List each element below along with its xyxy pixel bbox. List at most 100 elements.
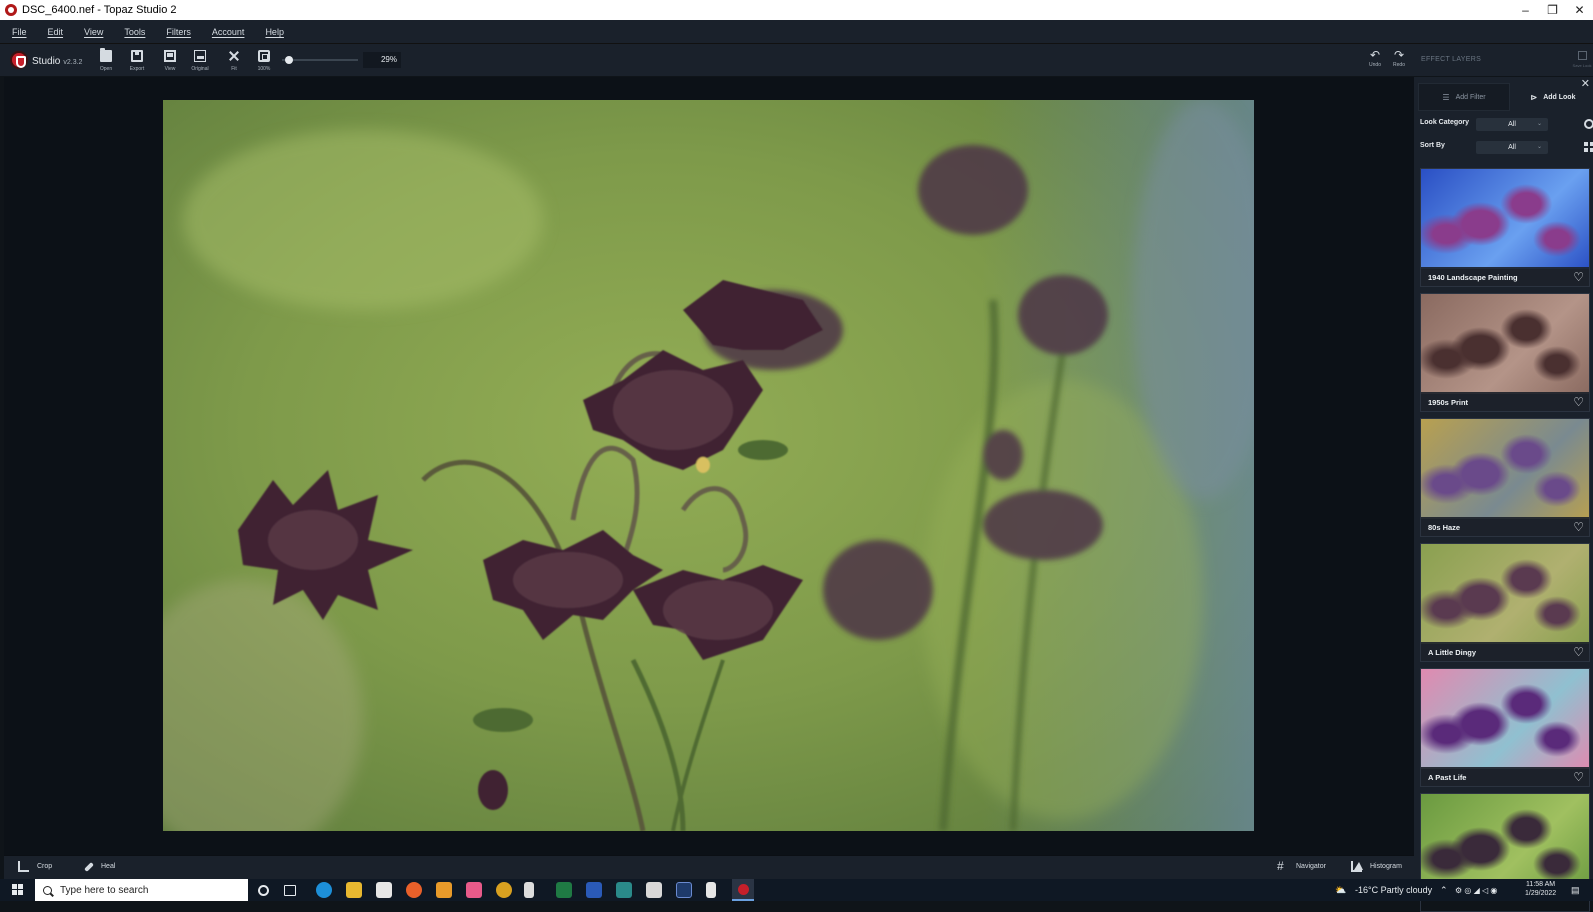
- favorite-heart-icon[interactable]: ♡: [1573, 396, 1584, 408]
- histogram-label: Histogram: [1370, 863, 1402, 870]
- chevron-down-icon: ⌄: [1536, 144, 1542, 150]
- tab-add-filter[interactable]: ☰ Add Filter: [1418, 83, 1510, 111]
- topaz-logo-icon: [738, 884, 749, 895]
- menu-tools[interactable]: Tools: [124, 27, 145, 37]
- file-explorer-icon[interactable]: [346, 882, 362, 898]
- favorite-heart-icon[interactable]: ♡: [1573, 271, 1584, 283]
- favorite-heart-icon[interactable]: ♡: [1573, 521, 1584, 533]
- windows-start-icon[interactable]: [12, 884, 24, 896]
- weather-text[interactable]: -16°C Partly cloudy: [1355, 879, 1432, 901]
- windows-taskbar: Type here to search ⛅ -16°C Partly cloud…: [0, 879, 1593, 901]
- look-icon: ⊳: [1530, 92, 1538, 102]
- menu-filters[interactable]: Filters: [166, 27, 191, 37]
- search-placeholder: Type here to search: [60, 884, 149, 896]
- fit-button[interactable]: Fit: [220, 48, 248, 74]
- look-thumbnail-image: [1421, 544, 1589, 644]
- weather-icon[interactable]: ⛅: [1335, 879, 1346, 901]
- open-button[interactable]: Open: [92, 48, 120, 74]
- photo-preview[interactable]: [163, 100, 1254, 831]
- cortana-icon[interactable]: [258, 885, 269, 896]
- look-card[interactable]: 1940 Landscape Painting ♡: [1420, 168, 1590, 287]
- zoom-slider-handle[interactable]: [285, 56, 293, 64]
- sort-by-select[interactable]: All ⌄: [1476, 141, 1548, 154]
- zoom-100-button[interactable]: 100%: [250, 48, 278, 74]
- tab-add-look-label: Add Look: [1543, 93, 1576, 101]
- look-category-select[interactable]: All ⌄: [1476, 118, 1548, 131]
- crop-tool-button[interactable]: Crop: [18, 861, 52, 872]
- chevron-down-icon: ⌄: [1536, 121, 1542, 127]
- edge-icon[interactable]: [316, 882, 332, 898]
- app-version: v2.3.2: [63, 59, 83, 66]
- actual-size-icon: [258, 50, 270, 62]
- notifications-icon[interactable]: ▤: [1571, 879, 1580, 901]
- clock-time: 11:58 AM: [1526, 881, 1556, 888]
- folder-icon: [100, 48, 112, 62]
- zoom-value-input[interactable]: 29%: [363, 52, 401, 68]
- favorite-heart-icon[interactable]: ♡: [1573, 771, 1584, 783]
- window-title: DSC_6400.nef - Topaz Studio 2: [22, 4, 177, 16]
- look-card[interactable]: A Little Dingy ♡: [1420, 543, 1590, 662]
- photos-app-icon[interactable]: [466, 882, 482, 898]
- media-player-icon[interactable]: [436, 882, 452, 898]
- look-card[interactable]: 1950s Print ♡: [1420, 293, 1590, 412]
- menu-edit[interactable]: Edit: [48, 27, 64, 37]
- chevron-up-icon[interactable]: ⌃: [1440, 879, 1448, 901]
- menu-file[interactable]: File: [12, 27, 27, 37]
- tray-icons[interactable]: ⚙ ◎ ◢ ◁ ◉: [1455, 879, 1497, 901]
- brush-icon: [82, 861, 93, 872]
- look-thumbnail-image: [1421, 294, 1589, 394]
- export-button[interactable]: Export: [123, 48, 151, 74]
- close-window-button[interactable]: ✕: [1566, 0, 1593, 20]
- effect-layers-header: EFFECT LAYERS: [1421, 56, 1482, 63]
- app-icon[interactable]: [496, 882, 512, 898]
- publisher-icon[interactable]: [616, 882, 632, 898]
- histogram-button[interactable]: Histogram: [1351, 861, 1402, 872]
- heal-tool-button[interactable]: Heal: [82, 861, 115, 872]
- grid-view-icon[interactable]: [1584, 142, 1593, 152]
- usb-icon[interactable]: [706, 882, 716, 898]
- view-icon: [164, 50, 176, 62]
- solitaire-icon[interactable]: [524, 882, 534, 898]
- zoom-slider[interactable]: [282, 56, 358, 64]
- photolab-icon[interactable]: [676, 882, 692, 898]
- looks-panel: ✕ ☰ Add Filter ⊳ Add Look Look Category …: [1414, 77, 1593, 912]
- menu-account[interactable]: Account: [212, 27, 245, 37]
- store-icon[interactable]: [376, 882, 392, 898]
- grid-hash-icon: #: [1277, 859, 1284, 873]
- sort-by-label: Sort By: [1420, 142, 1445, 149]
- look-name: 80s Haze: [1421, 517, 1589, 536]
- original-label: Original: [191, 66, 209, 72]
- menu-view[interactable]: View: [84, 27, 103, 37]
- app-name-label: Studio: [32, 56, 61, 67]
- tab-add-filter-label: Add Filter: [1455, 93, 1486, 101]
- excel-icon[interactable]: [556, 882, 572, 898]
- undo-button[interactable]: ↶ Undo: [1365, 48, 1385, 74]
- task-view-icon[interactable]: [284, 885, 296, 896]
- taskbar-search-input[interactable]: Type here to search: [35, 879, 248, 901]
- crop-label: Crop: [37, 863, 53, 870]
- original-button[interactable]: Original: [186, 48, 214, 74]
- save-look-button[interactable]: Save Look: [1570, 48, 1593, 68]
- tab-add-look[interactable]: ⊳ Add Look: [1514, 83, 1592, 111]
- favorite-heart-icon[interactable]: ♡: [1573, 646, 1584, 658]
- heal-label: Heal: [101, 863, 116, 870]
- firefox-icon[interactable]: [406, 882, 422, 898]
- clock[interactable]: 11:58 AM 1/29/2022: [1525, 880, 1556, 898]
- look-card[interactable]: 80s Haze ♡: [1420, 418, 1590, 537]
- word-icon[interactable]: [586, 882, 602, 898]
- pdf-icon[interactable]: [646, 882, 662, 898]
- window-controls: – ❐ ✕: [1512, 0, 1593, 20]
- menu-help[interactable]: Help: [265, 27, 284, 37]
- undo-label: Undo: [1369, 62, 1381, 68]
- minimize-button[interactable]: –: [1512, 0, 1539, 20]
- look-category-row: Look Category: [1420, 119, 1469, 126]
- search-icon[interactable]: [1584, 119, 1593, 129]
- look-card[interactable]: A Past Life ♡: [1420, 668, 1590, 787]
- look-thumbnail-image: [1421, 669, 1589, 769]
- look-category-label: Look Category: [1420, 119, 1470, 126]
- view-button[interactable]: View: [156, 48, 184, 74]
- look-thumbnail-image: [1421, 169, 1589, 269]
- navigator-button[interactable]: # Navigator: [1277, 859, 1326, 873]
- redo-button[interactable]: ↷ Redo: [1389, 48, 1409, 74]
- restore-button[interactable]: ❐: [1539, 0, 1566, 20]
